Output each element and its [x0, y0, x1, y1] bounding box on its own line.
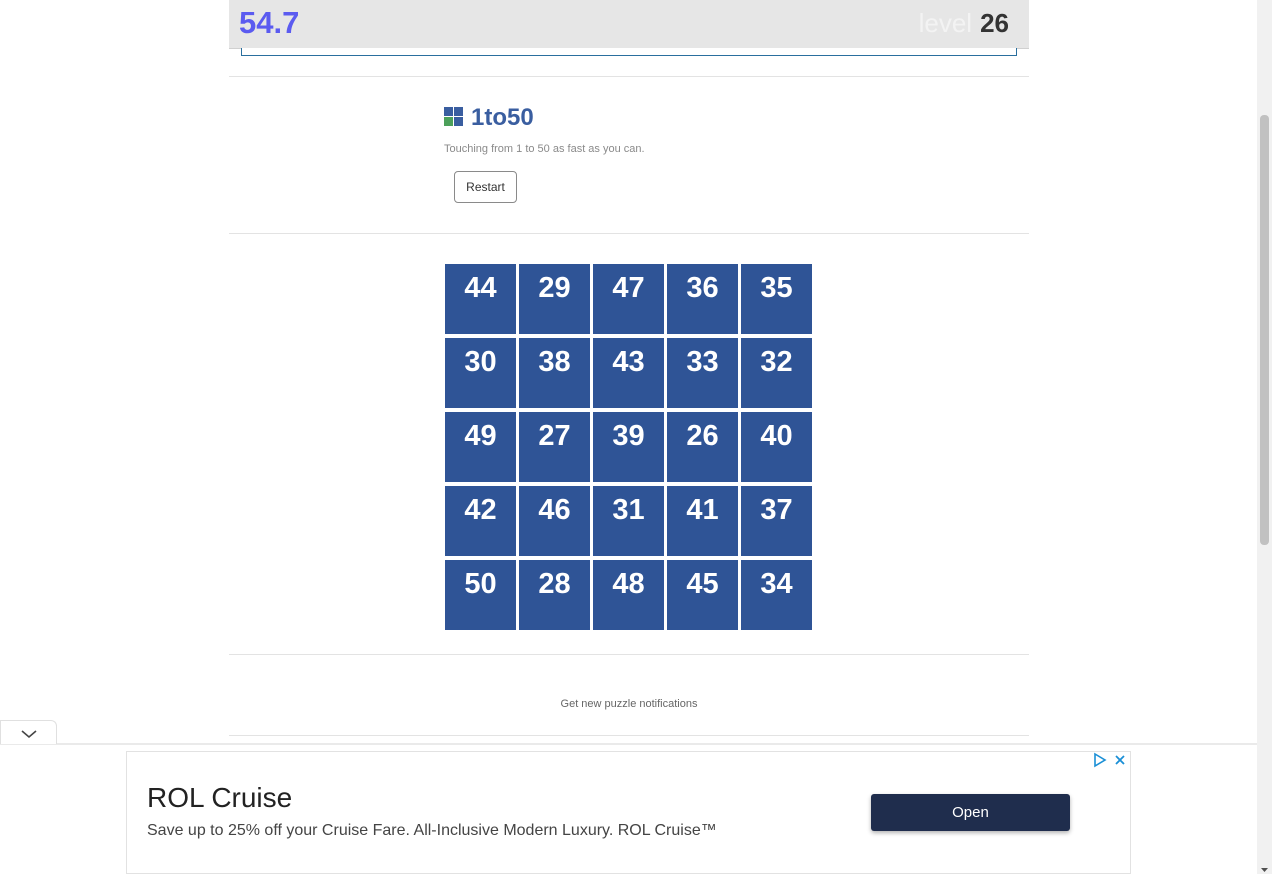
- number-tile[interactable]: 29: [519, 264, 590, 334]
- number-tile[interactable]: 36: [667, 264, 738, 334]
- ad-icons: [1092, 752, 1128, 768]
- divider: [229, 654, 1029, 655]
- scrollbar-thumb[interactable]: [1260, 115, 1269, 545]
- divider: [229, 735, 1029, 736]
- game-subtitle: Touching from 1 to 50 as fast as you can…: [444, 143, 645, 155]
- number-tile[interactable]: 27: [519, 412, 590, 482]
- game-title: 1to50: [471, 104, 534, 131]
- ad-description: Save up to 25% off your Cruise Fare. All…: [147, 822, 717, 839]
- number-tile[interactable]: 34: [741, 560, 812, 630]
- number-tile[interactable]: 35: [741, 264, 812, 334]
- number-tile[interactable]: 42: [445, 486, 516, 556]
- top-status-bar: 54.7 level 26: [229, 0, 1029, 49]
- number-tile[interactable]: 38: [519, 338, 590, 408]
- number-tile[interactable]: 32: [741, 338, 812, 408]
- ad-collapse-button[interactable]: [0, 720, 57, 744]
- adchoices-icon[interactable]: [1092, 752, 1108, 768]
- puzzle-notifications-link[interactable]: Get new puzzle notifications: [229, 698, 1029, 710]
- restart-button[interactable]: Restart: [454, 171, 517, 203]
- number-tile[interactable]: 40: [741, 412, 812, 482]
- number-tile[interactable]: 39: [593, 412, 664, 482]
- ad-open-button[interactable]: Open: [871, 794, 1070, 831]
- divider: [229, 233, 1029, 234]
- timer: 54.7: [239, 5, 300, 40]
- level-indicator: level 26: [919, 8, 1009, 39]
- scrollbar[interactable]: [1257, 0, 1272, 874]
- number-tile[interactable]: 33: [667, 338, 738, 408]
- number-tile[interactable]: 43: [593, 338, 664, 408]
- ad-title[interactable]: ROL Cruise: [147, 782, 292, 814]
- number-tile[interactable]: 47: [593, 264, 664, 334]
- number-tile[interactable]: 31: [593, 486, 664, 556]
- top-frame-border: [241, 48, 1017, 56]
- app-logo-icon: [444, 107, 464, 127]
- number-tile[interactable]: 41: [667, 486, 738, 556]
- number-tile[interactable]: 50: [445, 560, 516, 630]
- number-tile[interactable]: 28: [519, 560, 590, 630]
- number-tile[interactable]: 49: [445, 412, 516, 482]
- level-value: 26: [980, 8, 1009, 38]
- close-icon[interactable]: [1112, 752, 1128, 768]
- number-grid: 44 29 47 36 35 30 38 43 33 32 49 27 39 26 40 42 46 31 41 37…: [445, 264, 813, 630]
- number-tile[interactable]: 37: [741, 486, 812, 556]
- ad-banner[interactable]: ROL Cruise Save up to 25% off your Cruis…: [126, 751, 1131, 874]
- chevron-down-icon: [21, 730, 37, 739]
- number-tile[interactable]: 46: [519, 486, 590, 556]
- number-tile[interactable]: 26: [667, 412, 738, 482]
- number-tile[interactable]: 44: [445, 264, 516, 334]
- number-tile[interactable]: 45: [667, 560, 738, 630]
- number-tile[interactable]: 48: [593, 560, 664, 630]
- number-tile[interactable]: 30: [445, 338, 516, 408]
- level-label: level: [918, 8, 973, 38]
- scroll-down-arrow-icon: [1261, 868, 1268, 872]
- divider: [229, 76, 1029, 77]
